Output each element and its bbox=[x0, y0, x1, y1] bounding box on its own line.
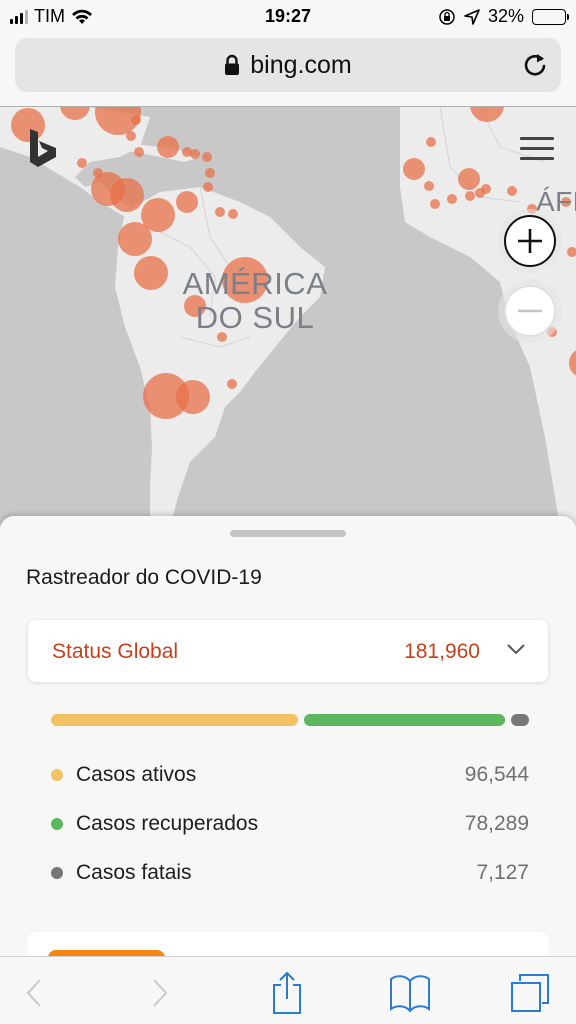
map-marker[interactable] bbox=[424, 181, 434, 191]
share-icon bbox=[273, 971, 301, 1014]
forward-button[interactable] bbox=[138, 971, 182, 1015]
share-button[interactable] bbox=[265, 971, 309, 1015]
legend-row-fatal: Casos fatais 7,127 bbox=[51, 858, 529, 888]
status-label: Status Global bbox=[52, 640, 179, 663]
legend-label: Casos fatais bbox=[76, 861, 192, 884]
map-marker[interactable] bbox=[430, 199, 440, 209]
map-marker[interactable] bbox=[458, 168, 480, 190]
location-icon bbox=[464, 8, 480, 25]
legend-label: Casos ativos bbox=[76, 763, 197, 786]
map-marker[interactable] bbox=[426, 137, 436, 147]
map-marker[interactable] bbox=[126, 131, 136, 141]
status-bar: TIM 19:27 32% bbox=[0, 0, 576, 34]
map-marker[interactable] bbox=[569, 348, 576, 378]
status-total: 181,960 bbox=[404, 640, 480, 663]
legend-dot bbox=[51, 818, 63, 830]
bar-segment-recovered bbox=[304, 714, 505, 726]
map-marker[interactable] bbox=[77, 158, 87, 168]
orientation-lock-icon bbox=[439, 8, 455, 25]
cases-progress-bar bbox=[51, 714, 529, 726]
legend-dot bbox=[51, 867, 63, 879]
map-marker[interactable] bbox=[131, 115, 141, 125]
bar-segment-fatal bbox=[510, 714, 529, 726]
drag-handle[interactable] bbox=[230, 530, 346, 537]
map-label-line1: AMÉRICA bbox=[182, 266, 328, 301]
back-button[interactable] bbox=[12, 971, 56, 1015]
battery-percent: 32% bbox=[487, 6, 524, 26]
lock-icon bbox=[225, 54, 240, 75]
map-marker[interactable] bbox=[190, 149, 200, 159]
reload-icon[interactable] bbox=[521, 51, 549, 79]
map-marker[interactable] bbox=[203, 182, 213, 192]
tabs-button[interactable] bbox=[508, 971, 552, 1015]
minus-icon bbox=[518, 309, 542, 313]
covid-map[interactable]: AMÉRICA DO SUL ÁFR bbox=[0, 106, 576, 526]
battery-icon bbox=[532, 8, 569, 25]
legend-label: Casos recuperados bbox=[76, 812, 259, 835]
map-label-africa: ÁFR bbox=[536, 186, 576, 217]
map-marker[interactable] bbox=[134, 256, 168, 290]
bookmarks-button[interactable] bbox=[388, 971, 432, 1015]
map-marker[interactable] bbox=[403, 158, 425, 180]
browser-toolbar bbox=[0, 956, 576, 1024]
legend-value: 96,544 bbox=[464, 763, 529, 786]
map-marker[interactable] bbox=[507, 186, 517, 196]
tabs-icon bbox=[511, 974, 549, 1012]
map-marker[interactable] bbox=[60, 107, 90, 120]
map-marker[interactable] bbox=[110, 178, 144, 212]
panel-title: Rastreador do COVID-19 bbox=[26, 566, 262, 589]
map-marker[interactable] bbox=[567, 247, 576, 257]
map-marker[interactable] bbox=[215, 207, 225, 217]
legend-value: 7,127 bbox=[476, 861, 529, 884]
map-marker[interactable] bbox=[134, 147, 144, 157]
map-marker[interactable] bbox=[176, 191, 198, 213]
bar-segment-active bbox=[51, 714, 299, 726]
bing-logo[interactable] bbox=[28, 129, 60, 171]
map-marker[interactable] bbox=[228, 209, 238, 219]
zoom-out-button[interactable] bbox=[504, 285, 556, 337]
url-text[interactable]: bing.com bbox=[250, 51, 351, 80]
map-marker[interactable] bbox=[118, 222, 152, 256]
legend-dot bbox=[51, 769, 63, 781]
map-label-south-america: AMÉRICA DO SUL bbox=[180, 267, 330, 335]
legend-row-recovered: Casos recuperados 78,289 bbox=[51, 809, 529, 839]
plus-icon bbox=[518, 229, 542, 253]
map-marker[interactable] bbox=[157, 136, 179, 158]
map-marker[interactable] bbox=[470, 107, 504, 122]
browser-address-area: bing.com bbox=[0, 34, 576, 106]
hamburger-menu-icon[interactable] bbox=[520, 137, 554, 163]
legend-row-active: Casos ativos 96,544 bbox=[51, 760, 529, 790]
map-marker[interactable] bbox=[176, 380, 210, 414]
map-label-line2: DO SUL bbox=[195, 300, 315, 335]
chevron-down-icon[interactable] bbox=[506, 642, 526, 656]
map-marker[interactable] bbox=[447, 194, 457, 204]
book-icon bbox=[390, 975, 430, 1013]
chevron-right-icon bbox=[153, 979, 168, 1007]
map-marker[interactable] bbox=[465, 191, 475, 201]
chevron-left-icon bbox=[26, 979, 41, 1007]
address-bar[interactable]: bing.com bbox=[15, 38, 561, 92]
map-marker[interactable] bbox=[481, 184, 491, 194]
map-marker[interactable] bbox=[202, 152, 212, 162]
screen: TIM 19:27 32% bing.com AMÉRICA DO SUL ÁF… bbox=[0, 0, 576, 1024]
zoom-in-button[interactable] bbox=[504, 215, 556, 267]
legend-value: 78,289 bbox=[464, 812, 529, 835]
map-marker[interactable] bbox=[205, 168, 215, 178]
global-status-dropdown[interactable]: Status Global 181,960 bbox=[28, 620, 548, 682]
map-marker[interactable] bbox=[227, 379, 237, 389]
tracker-panel: Rastreador do COVID-19 Status Global 181… bbox=[0, 516, 576, 992]
